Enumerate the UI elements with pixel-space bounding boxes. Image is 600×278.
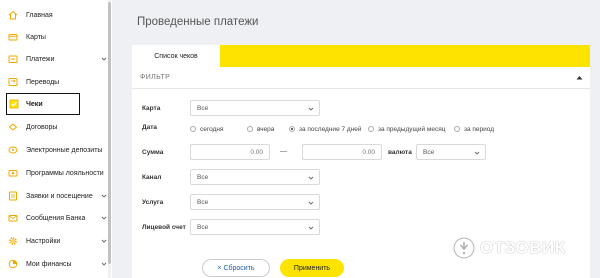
- sidebar-item-label: Программы лояльности: [26, 169, 104, 177]
- radio-button[interactable]: [190, 126, 196, 132]
- sidebar-item-requests[interactable]: Заявки и посещение: [0, 187, 108, 205]
- chevron-down-icon: [308, 106, 314, 112]
- messages-icon: [8, 213, 18, 223]
- card-label: Карта: [142, 105, 161, 112]
- radio-button-selected[interactable]: [289, 126, 295, 132]
- channel-select[interactable]: Все: [190, 169, 320, 185]
- sum-range-dash: —: [280, 148, 287, 155]
- date-label: Дата: [142, 124, 158, 131]
- card-icon: [8, 32, 18, 42]
- chevron-down-icon[interactable]: [101, 261, 107, 267]
- deposit-icon: [8, 145, 18, 155]
- radio-button[interactable]: [454, 126, 460, 132]
- account-label: Лицевой счет: [142, 224, 186, 231]
- sidebar-item-label: Карты: [26, 33, 46, 41]
- chevron-down-icon: [308, 175, 314, 181]
- chevron-down-icon[interactable]: [101, 56, 107, 62]
- otzovik-logo-icon: [452, 236, 476, 260]
- account-select[interactable]: Все: [190, 219, 320, 235]
- chevron-down-icon: [474, 150, 480, 156]
- service-select-value: Все: [197, 199, 209, 206]
- sidebar-scrollbar-thumb[interactable]: [108, 2, 111, 264]
- sidebar-item-label: Платежи: [26, 55, 55, 63]
- chevron-down-icon: [308, 200, 314, 206]
- sum-to-input[interactable]: 0.00: [302, 144, 382, 160]
- gear-icon: [8, 236, 18, 246]
- channel-label: Канал: [142, 174, 162, 181]
- radio-label: за период: [464, 125, 495, 133]
- account-select-value: Все: [197, 224, 209, 231]
- currency-label: валюта: [388, 149, 412, 156]
- sidebar-item-label: Мои финансы: [26, 260, 72, 268]
- payments-icon: [8, 54, 18, 64]
- currency-select-value: Все: [423, 149, 435, 156]
- sidebar-item-label: Заявки и посещение: [26, 192, 93, 200]
- sidebar-item-finance[interactable]: Мои финансы: [0, 255, 108, 273]
- finance-icon: [8, 259, 18, 269]
- date-radio-period[interactable]: за период: [454, 124, 494, 134]
- sidebar-item-label: Договоры: [26, 123, 58, 131]
- sidebar-item-label: Электронные депозиты: [26, 146, 103, 154]
- date-radio-prev-month[interactable]: за предыдущий месяц: [368, 124, 446, 134]
- chevron-down-icon[interactable]: [101, 215, 107, 221]
- chevron-down-icon[interactable]: [101, 193, 107, 199]
- channel-select-value: Все: [197, 174, 209, 181]
- service-select[interactable]: Все: [190, 194, 320, 210]
- radio-label: за предыдущий месяц: [378, 125, 446, 133]
- radio-label: вчера: [257, 125, 275, 133]
- home-icon: [8, 10, 18, 20]
- tabs-bar: Список чеков: [132, 45, 590, 67]
- sidebar: Главная Карты Платежи Переводы Чеки Дого…: [0, 0, 112, 278]
- sum-from-input[interactable]: 0.00: [190, 144, 270, 160]
- date-radio-yesterday[interactable]: вчера: [247, 124, 274, 134]
- sidebar-item-label: Сообщения Банка: [26, 214, 86, 222]
- radio-button[interactable]: [368, 126, 374, 132]
- sidebar-item-cards[interactable]: Карты: [0, 28, 108, 46]
- sum-from-value: 0.00: [250, 149, 263, 156]
- loyalty-icon: [8, 168, 18, 178]
- sidebar-item-settings[interactable]: Настройки: [0, 232, 108, 250]
- transfer-icon: [8, 77, 18, 87]
- card-select[interactable]: Все: [190, 100, 320, 116]
- filter-title: ФИЛЬТР: [140, 74, 171, 81]
- sidebar-item-home[interactable]: Главная: [0, 6, 108, 24]
- radio-label: сегодня: [200, 125, 224, 133]
- sidebar-item-deposits[interactable]: Электронные депозиты: [0, 141, 108, 159]
- sidebar-item-receipts[interactable]: Чеки: [6, 93, 80, 115]
- sidebar-item-label: Переводы: [26, 78, 60, 86]
- tab-receipts-list[interactable]: Список чеков: [132, 45, 220, 67]
- chevron-down-icon[interactable]: [101, 238, 107, 244]
- otzovik-watermark: ОТЗОВИК: [452, 236, 566, 260]
- sidebar-item-contracts[interactable]: Договоры: [0, 118, 108, 136]
- sum-to-value: 0.00: [362, 149, 375, 156]
- sidebar-item-messages[interactable]: Сообщения Банка: [0, 209, 108, 227]
- page-title: Проведенные платежи: [137, 16, 259, 28]
- sidebar-item-label: Настройки: [26, 237, 61, 245]
- reset-button[interactable]: × Сбросить: [202, 259, 270, 277]
- receipt-icon: [9, 99, 19, 109]
- sidebar-item-label: Чеки: [26, 100, 43, 108]
- watermark-text: ОТЗОВИК: [480, 238, 566, 257]
- radio-button[interactable]: [247, 126, 253, 132]
- date-radio-today[interactable]: сегодня: [190, 124, 223, 134]
- sum-label: Сумма: [142, 149, 164, 156]
- sidebar-item-loyalty[interactable]: Программы лояльности: [0, 164, 108, 182]
- service-label: Услуга: [142, 199, 164, 206]
- date-radio-last7days[interactable]: за последние 7 дней: [289, 124, 362, 134]
- sidebar-item-payments[interactable]: Платежи: [0, 50, 108, 68]
- currency-select[interactable]: Все: [416, 144, 486, 160]
- chevron-up-icon[interactable]: [576, 75, 583, 80]
- chevron-down-icon: [308, 225, 314, 231]
- card-select-value: Все: [197, 105, 209, 112]
- radio-label: за последние 7 дней: [299, 125, 362, 133]
- sidebar-item-label: Главная: [26, 11, 53, 19]
- sidebar-item-transfers[interactable]: Переводы: [0, 73, 108, 91]
- contract-icon: [8, 122, 18, 132]
- requests-icon: [8, 191, 18, 201]
- apply-button[interactable]: Применить: [280, 259, 344, 277]
- filter-header[interactable]: ФИЛЬТР: [132, 67, 590, 89]
